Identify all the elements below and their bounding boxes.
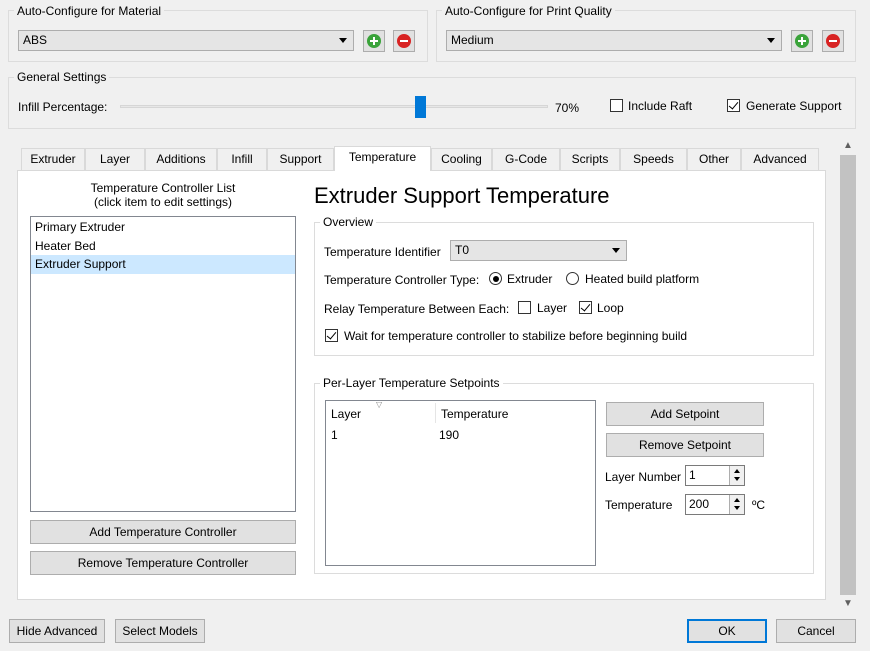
stepper-arrows[interactable] [729, 495, 744, 514]
controller-list-title-line2: (click item to edit settings) [93, 195, 233, 209]
column-header-temperature[interactable]: Temperature [441, 407, 508, 421]
layer-number-stepper[interactable]: 1 [685, 465, 745, 486]
type-heated-platform-radio[interactable] [566, 272, 579, 285]
include-raft-label: Include Raft [628, 99, 693, 113]
setpoint-layer-cell: 1 [331, 428, 338, 442]
setpoint-row[interactable]: 1 190 [326, 428, 595, 445]
scroll-down-arrow[interactable]: ▼ [838, 596, 858, 612]
detail-heading: Extruder Support Temperature [314, 183, 610, 208]
tab-additions[interactable]: Additions [145, 148, 217, 170]
controller-type-label: Temperature Controller Type: [324, 273, 480, 287]
quality-group-title: Auto-Configure for Print Quality [442, 4, 615, 18]
material-combo-value: ABS [23, 33, 48, 47]
generate-support-checkbox[interactable] [727, 99, 740, 112]
chevron-down-icon [612, 248, 620, 253]
scrollbar[interactable]: ▲ ▼ [838, 138, 858, 612]
stepper-arrows[interactable] [729, 466, 744, 485]
material-combo[interactable]: ABS [18, 30, 354, 51]
tab-advanced[interactable]: Advanced [741, 148, 819, 170]
arrow-down-icon [734, 477, 740, 481]
tab-infill[interactable]: Infill [217, 148, 267, 170]
controller-list-title: Temperature Controller List (click item … [30, 181, 296, 209]
setpoint-temperature-label: Temperature [605, 498, 673, 512]
temperature-identifier-label: Temperature Identifier [324, 245, 441, 259]
remove-temperature-controller-button[interactable]: Remove Temperature Controller [30, 551, 296, 575]
select-models-button[interactable]: Select Models [115, 619, 205, 643]
setpoint-temperature-value: 200 [689, 497, 710, 511]
wait-stabilize-label: Wait for temperature controller to stabi… [344, 329, 688, 343]
setpoints-header: ▽ Layer Temperature [326, 400, 595, 425]
hide-advanced-button[interactable]: Hide Advanced [9, 619, 105, 643]
arrow-up-icon [734, 498, 740, 502]
temperature-identifier-combo[interactable]: T0 [450, 240, 627, 261]
type-extruder-label: Extruder [507, 272, 553, 286]
include-raft-checkbox[interactable] [610, 99, 623, 112]
tab-layer[interactable]: Layer [85, 148, 145, 170]
controller-list-title-line1: Temperature Controller List [90, 181, 236, 195]
arrow-down-icon [734, 506, 740, 510]
type-extruder-radio[interactable] [489, 272, 502, 285]
tab-g-code[interactable]: G-Code [492, 148, 560, 170]
setpoint-temperature-stepper[interactable]: 200 [685, 494, 745, 515]
general-settings-title: General Settings [14, 70, 110, 84]
quality-combo[interactable]: Medium [446, 30, 782, 51]
tab-speeds[interactable]: Speeds [620, 148, 687, 170]
infill-label: Infill Percentage: [18, 100, 108, 114]
chevron-down-icon [767, 38, 775, 43]
relay-label: Relay Temperature Between Each: [324, 302, 510, 316]
material-group-title: Auto-Configure for Material [14, 4, 165, 18]
temperature-unit: ºC [752, 498, 766, 512]
add-quality-button[interactable] [791, 30, 813, 52]
infill-value: 70% [555, 101, 580, 115]
quality-combo-value: Medium [451, 33, 494, 47]
cancel-button[interactable]: Cancel [776, 619, 856, 643]
controller-list-item[interactable]: Heater Bed [31, 237, 295, 256]
relay-loop-label: Loop [597, 301, 624, 315]
setpoint-temperature-cell: 190 [439, 428, 460, 442]
add-setpoint-button[interactable]: Add Setpoint [606, 402, 764, 426]
setpoints-listview[interactable]: ▽ Layer Temperature 1 190 [325, 400, 596, 566]
column-header-layer[interactable]: Layer [331, 407, 361, 421]
infill-slider-thumb[interactable] [415, 96, 426, 118]
tab-other[interactable]: Other [687, 148, 741, 170]
plus-icon [795, 34, 809, 48]
generate-support-label: Generate Support [746, 99, 842, 113]
controller-list-item[interactable]: Extruder Support [31, 255, 295, 274]
remove-material-button[interactable] [393, 30, 415, 52]
plus-icon [367, 34, 381, 48]
setpoints-title: Per-Layer Temperature Setpoints [320, 376, 503, 390]
minus-icon [826, 34, 840, 48]
infill-slider[interactable] [120, 96, 548, 118]
wait-stabilize-checkbox[interactable] [325, 329, 338, 342]
relay-layer-checkbox[interactable] [518, 301, 531, 314]
layer-number-value: 1 [689, 468, 696, 482]
controller-listbox[interactable]: Primary Extruder Heater Bed Extruder Suppo… [30, 216, 296, 512]
remove-quality-button[interactable] [822, 30, 844, 52]
sort-indicator-icon: ▽ [376, 400, 383, 409]
layer-number-label: Layer Number [605, 470, 682, 484]
infill-slider-track [120, 105, 548, 108]
setpoints-rows: 1 190 [326, 428, 595, 445]
chevron-down-icon [339, 38, 347, 43]
scroll-thumb[interactable] [840, 155, 856, 595]
controller-list-item[interactable]: Primary Extruder [31, 218, 295, 237]
column-divider[interactable] [435, 403, 436, 423]
tab-extruder[interactable]: Extruder [21, 148, 85, 170]
add-temperature-controller-button[interactable]: Add Temperature Controller [30, 520, 296, 544]
type-heated-platform-label: Heated build platform [585, 272, 700, 286]
relay-layer-label: Layer [537, 301, 568, 315]
remove-setpoint-button[interactable]: Remove Setpoint [606, 433, 764, 457]
ok-button[interactable]: OK [687, 619, 767, 643]
tab-temperature[interactable]: Temperature [334, 146, 431, 171]
tab-support[interactable]: Support [267, 148, 334, 170]
relay-loop-checkbox[interactable] [579, 301, 592, 314]
tab-scripts[interactable]: Scripts [560, 148, 620, 170]
tab-cooling[interactable]: Cooling [431, 148, 492, 170]
add-material-button[interactable] [363, 30, 385, 52]
arrow-up-icon [734, 469, 740, 473]
minus-icon [397, 34, 411, 48]
scroll-up-arrow[interactable]: ▲ [838, 138, 858, 154]
overview-title: Overview [320, 215, 377, 229]
temperature-identifier-value: T0 [455, 243, 470, 257]
